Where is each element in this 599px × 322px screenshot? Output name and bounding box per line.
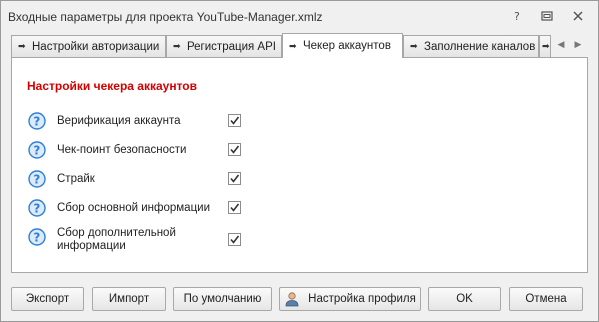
arrow-right-icon: ➡ [542, 41, 550, 51]
help-icon[interactable]: ? [28, 112, 46, 130]
dialog-button-bar: Экспорт Импорт По умолчанию Настройка пр… [1, 287, 598, 311]
tab-label: Настройки авторизации [32, 40, 160, 53]
default-button[interactable]: По умолчанию [173, 287, 272, 311]
title-bar[interactable]: Входные параметры для проекта YouTube-Ma… [1, 1, 598, 31]
profile-settings-button[interactable]: Настройка профиля [279, 287, 421, 311]
additional-info-checkbox[interactable] [228, 233, 241, 246]
svg-text:?: ? [33, 115, 40, 129]
tab-label: Чекер аккаунтов [303, 40, 391, 52]
help-icon[interactable]: ? [28, 228, 46, 246]
tab-auth-settings[interactable]: ➡ Настройки авторизации [11, 35, 166, 57]
arrow-right-icon: ➡ [289, 40, 297, 51]
option-label: Сбор дополнительной информации [57, 227, 176, 252]
window-title: Входные параметры для проекта YouTube-Ma… [8, 10, 323, 24]
option-row-additional-info: ? Сбор дополнительной информации [28, 227, 258, 259]
export-label: Экспорт [25, 293, 70, 305]
tab-scroll-left-icon[interactable]: ◀ [555, 37, 567, 51]
arrow-right-icon: ➡ [410, 41, 418, 51]
tab-panel: Настройки чекера аккаунтов ? Верификация… [11, 57, 588, 273]
security-checkpoint-checkbox[interactable] [228, 143, 241, 156]
svg-text:?: ? [33, 144, 40, 158]
default-label: По умолчанию [183, 293, 262, 305]
profile-settings-label: Настройка профиля [308, 293, 416, 305]
tab-more[interactable]: ➡ [539, 35, 551, 57]
option-row-security-checkpoint: ? Чек-поинт безопасности [28, 141, 258, 169]
help-icon[interactable]: ? [509, 8, 525, 24]
ok-button[interactable]: OK [428, 287, 501, 311]
option-label: Сбор основной информации [57, 202, 211, 214]
section-title: Настройки чекера аккаунтов [27, 79, 198, 93]
option-row-basic-info: ? Сбор основной информации [28, 199, 258, 227]
cancel-label: Отмена [525, 293, 567, 305]
tab-channel-filling[interactable]: ➡ Заполнение каналов [403, 35, 539, 57]
svg-text:?: ? [514, 10, 520, 22]
check-icon [230, 235, 240, 244]
option-row-verification: ? Верификация аккаунта [28, 112, 258, 140]
tab-label: Регистрация API [187, 40, 276, 53]
import-label: Импорт [108, 293, 150, 305]
option-label: Верификация аккаунта [57, 115, 181, 127]
arrow-right-icon: ➡ [173, 41, 181, 51]
tab-scroll-right-icon[interactable]: ▶ [572, 37, 584, 51]
option-label: Чек-поинт безопасности [57, 144, 187, 156]
help-icon[interactable]: ? [28, 141, 46, 159]
verification-checkbox[interactable] [228, 114, 241, 127]
tab-label: Заполнение каналов [424, 40, 536, 53]
svg-text:?: ? [33, 173, 40, 187]
ok-label: OK [456, 293, 473, 305]
option-label: Страйк [57, 173, 95, 185]
tab-account-checker[interactable]: ➡ Чекер аккаунтов [282, 33, 403, 58]
check-icon [230, 203, 240, 212]
help-icon[interactable]: ? [28, 170, 46, 188]
svg-text:?: ? [33, 231, 40, 245]
import-button[interactable]: Импорт [92, 287, 166, 311]
check-icon [230, 145, 240, 154]
basic-info-checkbox[interactable] [228, 201, 241, 214]
svg-text:?: ? [33, 202, 40, 216]
arrow-right-icon: ➡ [18, 41, 26, 51]
export-button[interactable]: Экспорт [11, 287, 84, 311]
tab-api-registration[interactable]: ➡ Регистрация API [166, 35, 282, 57]
strike-checkbox[interactable] [228, 172, 241, 185]
check-icon [230, 116, 240, 125]
option-row-strike: ? Страйк [28, 170, 258, 198]
dialog-window: Входные параметры для проекта YouTube-Ma… [0, 0, 599, 322]
close-icon[interactable] [570, 8, 586, 24]
tab-strip: ➡ Настройки авторизации ➡ Регистрация AP… [11, 33, 588, 58]
maximize-icon[interactable] [539, 8, 555, 24]
check-icon [230, 174, 240, 183]
user-profile-icon [284, 291, 300, 307]
cancel-button[interactable]: Отмена [509, 287, 583, 311]
help-icon[interactable]: ? [28, 199, 46, 217]
